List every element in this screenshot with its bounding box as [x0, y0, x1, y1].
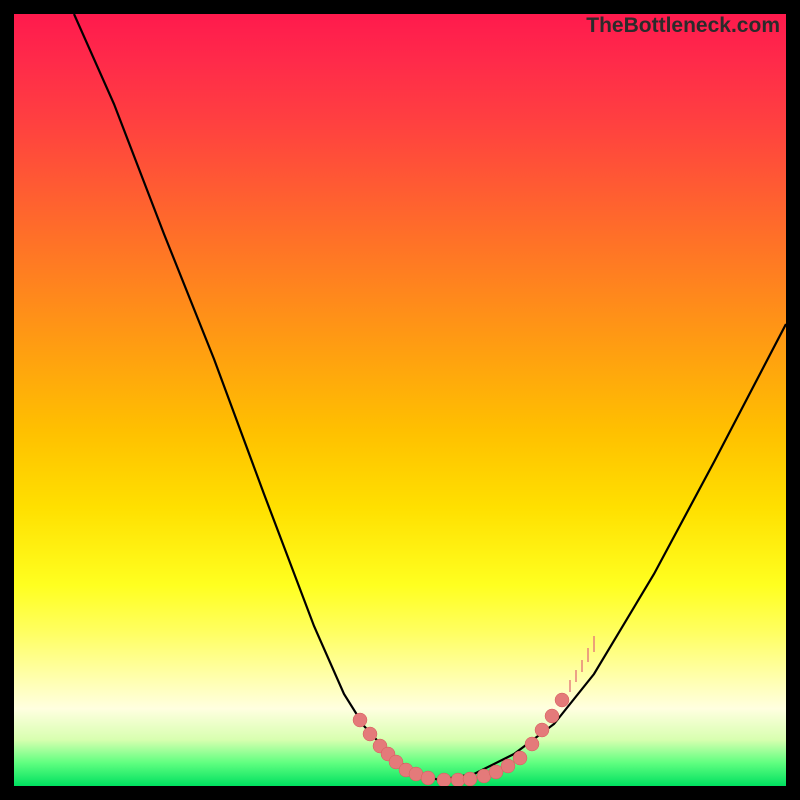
- chart-frame: TheBottleneck.com: [14, 14, 786, 786]
- heat-gradient-background: [14, 14, 786, 786]
- plot-area: TheBottleneck.com: [14, 14, 786, 786]
